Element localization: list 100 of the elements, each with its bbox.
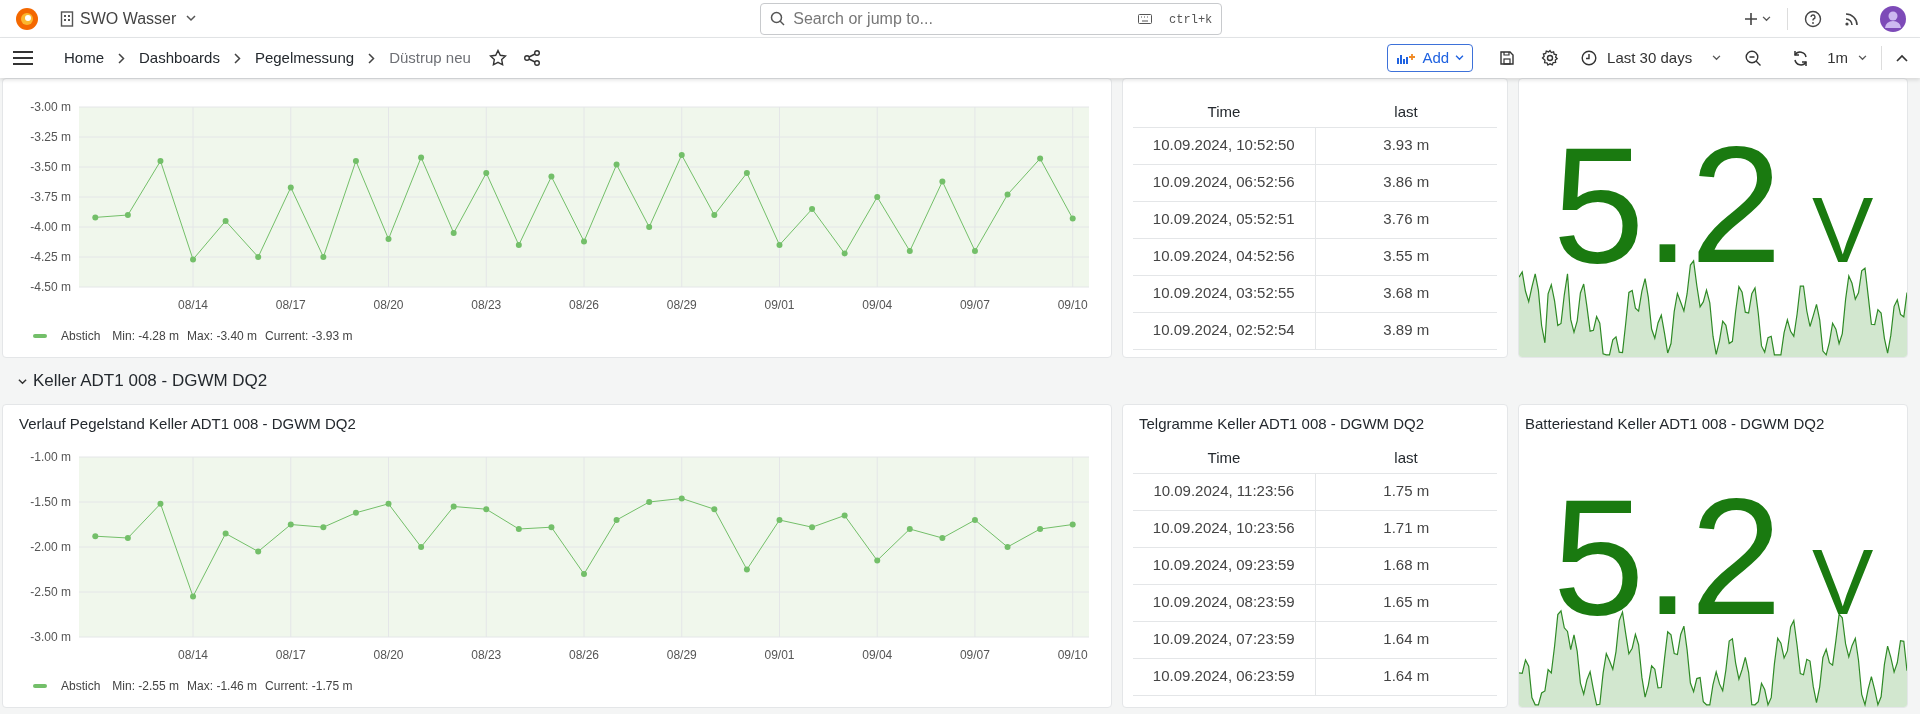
table-cell: 10.09.2024, 06:23:59 (1133, 658, 1315, 695)
x-tick-label: 08/14 (178, 298, 209, 312)
refresh-interval-picker[interactable]: 1m (1827, 46, 1867, 70)
column-header[interactable]: last (1315, 97, 1497, 127)
row-title[interactable]: Keller ADT1 008 - DGWM DQ2 (33, 368, 268, 394)
legend-label[interactable]: Abstich (61, 677, 101, 695)
x-tick-label: 09/01 (764, 298, 795, 312)
column-header[interactable]: last (1315, 443, 1497, 473)
panel-title: Batteriestand Keller ADT1 008 - DGWM DQ2 (1525, 414, 1825, 434)
data-point (1069, 521, 1076, 528)
chevron-up-icon[interactable] (1896, 54, 1908, 62)
chevron-right-icon (118, 52, 125, 64)
data-point (809, 524, 816, 531)
menu-icon[interactable] (12, 50, 34, 66)
share-icon[interactable] (522, 49, 541, 67)
y-tick-label: -4.00 m (30, 220, 71, 234)
x-tick-label: 08/23 (471, 648, 502, 662)
y-tick-label: -4.25 m (30, 250, 71, 264)
legend-stat: Min: -4.28 m (112, 328, 180, 345)
data-point (92, 214, 99, 221)
data-point (581, 571, 587, 577)
data-point (483, 170, 490, 176)
chevron-down-icon[interactable] (1762, 15, 1771, 22)
data-point (971, 517, 978, 523)
data-point (190, 256, 197, 263)
table-cell: 3.86 m (1315, 164, 1497, 201)
data-point (418, 154, 425, 161)
table-cell: 1.68 m (1315, 547, 1497, 584)
data-point (222, 218, 229, 224)
data-point (776, 242, 783, 248)
zoom-out-icon[interactable] (1745, 49, 1763, 67)
table-cell: 3.93 m (1315, 127, 1497, 164)
y-tick-label: -3.25 m (30, 130, 71, 144)
chevron-down-icon[interactable] (18, 376, 27, 386)
data-point (743, 170, 750, 176)
data-point (581, 238, 587, 245)
y-tick-label: -2.00 m (30, 540, 71, 554)
star-icon[interactable] (488, 49, 507, 67)
plus-icon[interactable] (1744, 11, 1758, 26)
data-point (776, 517, 783, 523)
data-point (157, 500, 164, 507)
column-header[interactable]: Time (1133, 443, 1315, 473)
data-point (222, 530, 229, 537)
breadcrumb-link[interactable]: Düstrup neu (389, 46, 471, 70)
legend-stat: Current: -1.75 m (265, 678, 353, 695)
y-tick-label: -1.00 m (30, 450, 71, 464)
help-icon[interactable] (1804, 9, 1822, 28)
panel-title: Verlauf Pegelstand Keller ADT1 008 - DGWM DQ2 (18, 414, 357, 434)
legend-stat: Min: -2.55 m (112, 678, 180, 695)
x-tick-label: 09/10 (1057, 648, 1088, 662)
y-tick-label: -3.00 m (30, 100, 71, 114)
breadcrumb-link[interactable]: Dashboards (139, 46, 220, 70)
legend-swatch (33, 684, 47, 688)
x-tick-label: 09/04 (862, 648, 893, 662)
table-cell: 3.68 m (1315, 275, 1497, 312)
organization-name[interactable]: SWO Wasser (80, 6, 177, 31)
avatar-icon[interactable] (1880, 5, 1906, 32)
data-point (418, 544, 425, 550)
data-point (124, 535, 131, 541)
data-point (385, 500, 392, 507)
table-cell: 10.09.2024, 03:52:55 (1133, 275, 1315, 312)
table-cell: 10.09.2024, 07:23:59 (1133, 621, 1315, 658)
table-cell: 10.09.2024, 05:52:51 (1133, 201, 1315, 238)
data-point (1069, 215, 1076, 222)
table-cell: 10.09.2024, 11:23:56 (1133, 473, 1315, 510)
chevron-down-icon[interactable] (186, 15, 197, 22)
chevron-down-icon (1858, 55, 1867, 61)
data-point (971, 248, 978, 254)
data-point (320, 524, 327, 531)
data-point (515, 526, 522, 532)
data-point (678, 152, 685, 158)
table-cell: 10.09.2024, 10:52:50 (1133, 127, 1315, 164)
data-point (255, 548, 262, 555)
add-button[interactable]: Add (1387, 44, 1474, 72)
x-tick-label: 09/10 (1057, 298, 1088, 312)
data-point (841, 250, 848, 257)
y-tick-label: -3.75 m (30, 190, 71, 204)
table-cell: 3.89 m (1315, 312, 1497, 349)
clock-icon (1581, 50, 1598, 66)
logo-icon[interactable] (14, 5, 40, 32)
table-cell: 1.64 m (1315, 621, 1497, 658)
rss-icon[interactable] (1844, 10, 1860, 27)
settings-icon[interactable] (1541, 49, 1560, 67)
data-point (190, 593, 197, 600)
column-header[interactable]: Time (1133, 97, 1315, 127)
legend-stat: Current: -3.93 m (265, 328, 353, 345)
data-point (743, 566, 750, 573)
time-range-picker[interactable]: Last 30 days (1581, 46, 1722, 70)
data-point (906, 248, 913, 254)
legend-label[interactable]: Abstich (61, 327, 101, 345)
stat-value: 5.2 (1552, 123, 1782, 288)
data-point (548, 524, 555, 531)
save-icon[interactable] (1499, 50, 1516, 66)
breadcrumb-link[interactable]: Home (64, 46, 104, 70)
y-tick-label: -3.50 m (30, 160, 71, 174)
data-point (255, 254, 262, 260)
refresh-icon[interactable] (1792, 49, 1810, 67)
data-point (385, 236, 392, 242)
chevron-down-icon (1712, 55, 1722, 61)
breadcrumb-link[interactable]: Pegelmessung (254, 46, 355, 70)
